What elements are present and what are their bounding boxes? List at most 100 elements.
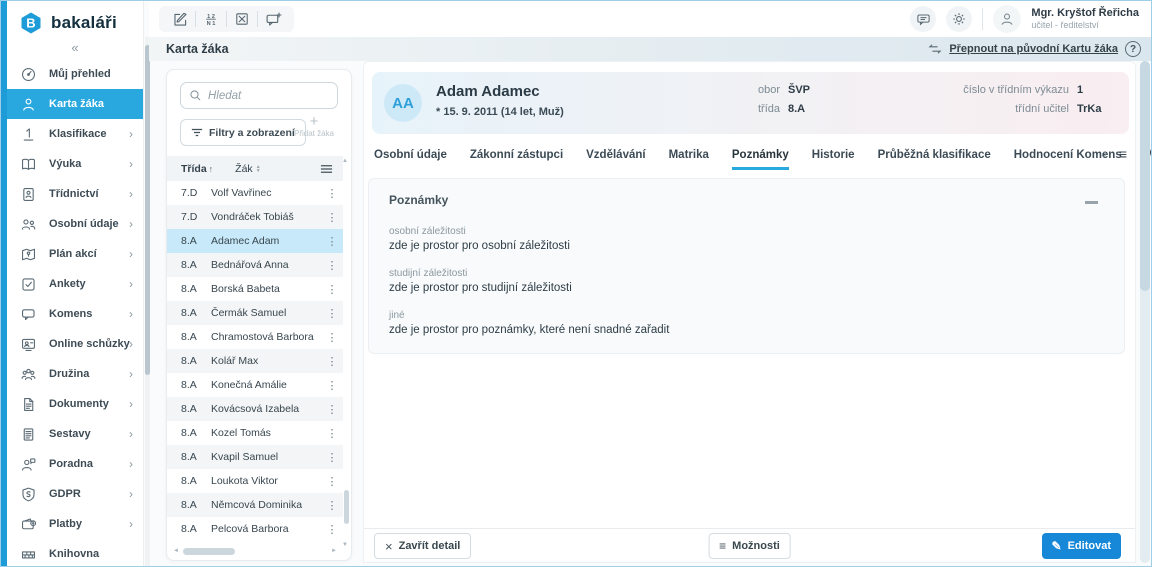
row-student-name: Kovácsová Izabela (211, 403, 300, 415)
top-header: 1 2N 1 Mgr. Kryštof Řeřicha učitel - řed… (149, 1, 1151, 37)
note-group: osobní záležitosti zde je prostor pro os… (389, 225, 669, 254)
sidebar-item-klasifikace[interactable]: Klasifikace › (7, 119, 143, 149)
messages-button[interactable] (910, 6, 937, 32)
tab-matrika[interactable]: Matrika (669, 144, 709, 170)
student-row[interactable]: 8.A Kozel Tomás ⋮ (167, 421, 343, 445)
row-menu-icon[interactable]: ⋮ (321, 331, 343, 344)
row-menu-icon[interactable]: ⋮ (321, 211, 343, 224)
sidebar-item-dru-ina[interactable]: Družina › (7, 359, 143, 389)
tab-vzd-l-v-n-[interactable]: Vzdělávání (586, 144, 645, 170)
student-row[interactable]: 8.A Čermák Samuel ⋮ (167, 301, 343, 325)
column-settings-icon[interactable] (320, 163, 333, 175)
sidebar-collapse-button[interactable]: « (7, 41, 143, 59)
brand-logo[interactable]: B bakaláři (7, 1, 143, 41)
sidebar-item-v-uka[interactable]: Výuka › (7, 149, 143, 179)
list-scroll-right-arrow[interactable]: ► (331, 548, 337, 554)
tab-pozn-mky[interactable]: Poznámky (731, 144, 789, 170)
search-input[interactable]: Hledat (180, 82, 338, 109)
row-menu-icon[interactable]: ⋮ (321, 259, 343, 272)
student-row[interactable]: 8.A Pelcová Barbora ⋮ (167, 517, 343, 541)
close-detail-button[interactable]: × Zavřít detail (374, 533, 472, 559)
person-icon (1002, 13, 1013, 25)
list-horizontal-thumb[interactable] (182, 547, 235, 555)
user-avatar[interactable] (993, 5, 1022, 33)
sidebar-item-dokumenty[interactable]: Dokumenty › (7, 389, 143, 419)
row-menu-icon[interactable]: ⋮ (321, 283, 343, 296)
options-button[interactable]: ≡ Možnosti (708, 533, 791, 559)
student-row[interactable]: 7.D Vondráček Tobiáš ⋮ (167, 205, 343, 229)
user-info[interactable]: Mgr. Kryštof Řeřicha učitel - ředitelstv… (1031, 7, 1139, 31)
student-row[interactable]: 8.A Borská Babeta ⋮ (167, 277, 343, 301)
edit-note-button[interactable] (165, 7, 195, 31)
list-scroll-down-arrow[interactable]: ▼ (342, 542, 348, 548)
list-vertical-scrollbar-thumb[interactable] (344, 490, 349, 524)
settings-button[interactable] (946, 6, 973, 32)
tab-z-konn-z-stupci[interactable]: Zákonní zástupci (470, 144, 563, 170)
row-student-name: Němcová Dominika (211, 499, 303, 511)
tab-historie[interactable]: Historie (812, 144, 855, 170)
tabs-menu-icon[interactable]: ≡ (1119, 146, 1127, 162)
student-row[interactable]: 8.A Adamec Adam ⋮ (167, 229, 343, 253)
tab-pr-b-n-klasifikace[interactable]: Průběžná klasifikace (878, 144, 991, 170)
column-class[interactable]: Třída ↑ (181, 163, 213, 175)
row-menu-icon[interactable]: ⋮ (321, 499, 343, 512)
student-row[interactable]: 8.A Němcová Dominika ⋮ (167, 493, 343, 517)
search-placeholder: Hledat (208, 89, 242, 102)
student-row[interactable]: 8.A Kolář Max ⋮ (167, 349, 343, 373)
row-class: 8.A (181, 379, 197, 391)
row-student-name: Kvapil Samuel (211, 451, 279, 463)
row-menu-icon[interactable]: ⋮ (321, 523, 343, 536)
student-row[interactable]: 8.A Chramostová Barbora ⋮ (167, 325, 343, 349)
tabs-overflow-chevron[interactable]: › (1103, 146, 1107, 161)
tab-osobn-daje[interactable]: Osobní údaje (374, 144, 447, 170)
row-menu-icon[interactable]: ⋮ (321, 187, 343, 200)
sidebar-item-platby[interactable]: Platby › (7, 509, 143, 539)
student-row[interactable]: 8.A Kovácsová Izabela ⋮ (167, 397, 343, 421)
student-row[interactable]: 8.A Loukota Viktor ⋮ (167, 469, 343, 493)
list-horizontal-track[interactable] (181, 547, 329, 555)
sidebar-item-osobn-daje[interactable]: Osobní údaje › (7, 209, 143, 239)
student-row[interactable]: 8.A Kvapil Samuel ⋮ (167, 445, 343, 469)
row-menu-icon[interactable]: ⋮ (321, 451, 343, 464)
sidebar-item-m-j-p-ehled[interactable]: Můj přehled (7, 59, 143, 89)
sidebar-item-t-dnictv-[interactable]: Třídnictví › (7, 179, 143, 209)
sidebar-item-online-sch-zky[interactable]: Online schůzky › (7, 329, 143, 359)
grades-button[interactable]: 1 2N 1 (196, 7, 226, 31)
help-button[interactable]: ? (1125, 41, 1141, 57)
sidebar-item-ankety[interactable]: Ankety › (7, 269, 143, 299)
note-group: studijní záležitosti zde je prostor pro … (389, 267, 669, 296)
person-icon (20, 96, 37, 113)
row-menu-icon[interactable]: ⋮ (321, 355, 343, 368)
sidebar-item-knihovna[interactable]: Knihovna (7, 539, 143, 566)
row-menu-icon[interactable]: ⋮ (321, 475, 343, 488)
add-student-button[interactable]: + Přidat žáka (289, 114, 339, 138)
row-menu-icon[interactable]: ⋮ (321, 379, 343, 392)
row-menu-icon[interactable]: ⋮ (321, 307, 343, 320)
edit-button[interactable]: ✎ Editovat (1041, 533, 1121, 559)
switch-to-original-card-link[interactable]: Přepnout na původní Kartu žáka (949, 43, 1118, 55)
sidebar-scrollbar-thumb[interactable] (145, 45, 150, 375)
sidebar-item-sestavy[interactable]: Sestavy › (7, 419, 143, 449)
collapse-section-icon[interactable] (1085, 201, 1098, 204)
student-row[interactable]: 8.A Konečná Amálie ⋮ (167, 373, 343, 397)
filters-button[interactable]: Filtry a zobrazení (180, 119, 306, 146)
column-student[interactable]: Žák ▲ ▼ (235, 163, 260, 175)
row-menu-icon[interactable]: ⋮ (321, 403, 343, 416)
absence-button[interactable] (227, 7, 257, 31)
sidebar-item-karta-ka[interactable]: Karta žáka (7, 89, 143, 119)
row-menu-icon[interactable]: ⋮ (321, 235, 343, 248)
student-row[interactable]: 7.D Volf Vavřinec ⋮ (167, 181, 343, 205)
row-menu-icon[interactable]: ⋮ (321, 427, 343, 440)
chevron-right-icon: › (129, 217, 133, 231)
sidebar-item-komens[interactable]: Komens › (7, 299, 143, 329)
student-row[interactable]: 8.A Bednářová Anna ⋮ (167, 253, 343, 277)
sidebar: B bakaláři « Můj přehled Karta žáka Klas… (7, 1, 144, 566)
page-scrollbar-thumb[interactable] (1140, 61, 1150, 291)
sidebar-item-gdpr[interactable]: GDPR › (7, 479, 143, 509)
sidebar-item-poradna[interactable]: Poradna › (7, 449, 143, 479)
svg-text:B: B (26, 16, 35, 31)
new-message-button[interactable] (258, 7, 288, 31)
list-scroll-up-arrow[interactable]: ▲ (342, 158, 348, 164)
list-scroll-left-arrow[interactable]: ◄ (173, 548, 179, 554)
sidebar-item-pl-n-akc-[interactable]: Plán akcí › (7, 239, 143, 269)
